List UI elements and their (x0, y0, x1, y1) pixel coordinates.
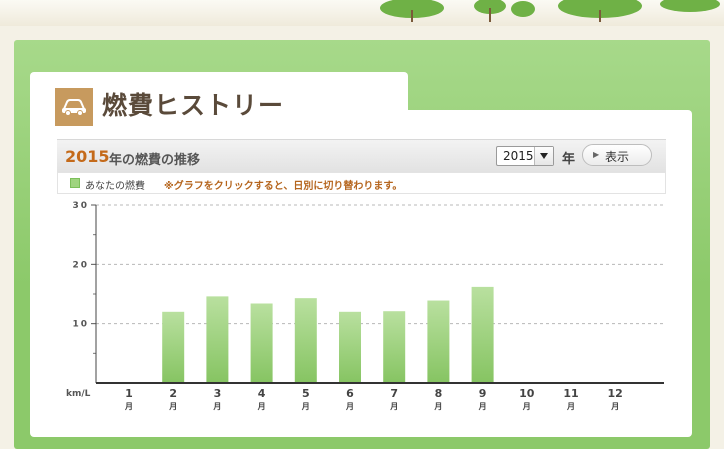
x-tick-unit: 月 (168, 402, 177, 411)
y-tick-label: 10 (72, 320, 89, 330)
x-tick-unit: 月 (433, 402, 442, 411)
bar-month-8[interactable] (427, 300, 450, 383)
x-tick-label: 5 (302, 387, 310, 400)
x-tick-label: 4 (258, 387, 266, 400)
x-tick-label: 7 (390, 387, 398, 400)
y-tick-label: 30 (72, 201, 89, 211)
x-tick-unit: 月 (610, 402, 619, 411)
y-axis-unit-label: km/L (66, 389, 91, 399)
bar-month-4[interactable] (250, 303, 273, 383)
x-tick-unit: 月 (212, 402, 221, 411)
fuel-economy-chart[interactable]: 30 20 10 km/L 1 月 2 月 3 月 4 月 5 月 6 月 7 月 8 月 9 月 10 月 11 月 12 月 (0, 0, 724, 449)
bar-month-3[interactable] (206, 296, 229, 383)
x-tick-unit: 月 (522, 402, 531, 411)
x-tick-unit: 月 (566, 402, 575, 411)
x-tick-unit: 月 (389, 402, 398, 411)
bar-month-6[interactable] (339, 311, 361, 383)
x-tick-unit: 月 (124, 402, 133, 411)
x-tick-unit: 月 (301, 402, 310, 411)
bar-month-2[interactable] (162, 311, 185, 383)
x-tick-unit: 月 (478, 402, 487, 411)
y-tick-label: 20 (72, 260, 89, 270)
x-tick-label: 11 (563, 387, 578, 400)
x-tick-label: 3 (214, 387, 222, 400)
x-tick-label: 2 (169, 387, 177, 400)
bar-month-5[interactable] (294, 298, 317, 383)
x-tick-label: 10 (519, 387, 535, 400)
x-tick-label: 8 (435, 387, 443, 400)
x-tick-label: 12 (608, 387, 623, 400)
bar-month-7[interactable] (383, 311, 406, 383)
x-tick-unit: 月 (345, 402, 354, 411)
bar-month-9[interactable] (471, 286, 494, 383)
x-tick-label: 1 (125, 387, 133, 400)
x-tick-label: 6 (346, 387, 354, 400)
x-tick-unit: 月 (257, 402, 266, 411)
x-tick-label: 9 (479, 387, 487, 400)
